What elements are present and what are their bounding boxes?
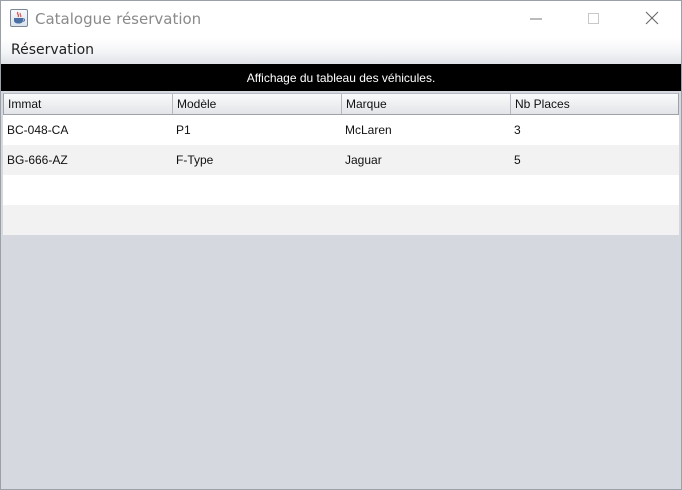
column-header-modele[interactable]: Modèle: [173, 94, 342, 114]
close-icon: [645, 10, 659, 29]
maximize-icon: [588, 10, 600, 29]
cell-immat: BG-666-AZ: [7, 153, 68, 167]
cell-immat: BC-048-CA: [7, 123, 69, 137]
title-bar[interactable]: Catalogue réservation: [1, 1, 681, 38]
cell-nb-places: 3: [514, 123, 521, 137]
app-window: Catalogue réservation Réservation Affich…: [0, 0, 682, 490]
table-row[interactable]: BG-666-AZ F-Type Jaguar 5: [3, 145, 679, 175]
cell-nb-places: [510, 205, 679, 235]
cell-marque: McLaren: [345, 123, 392, 137]
close-button[interactable]: [623, 1, 681, 37]
cell-marque: [341, 175, 510, 205]
column-header-marque[interactable]: Marque: [342, 94, 511, 114]
table-header: Immat Modèle Marque Nb Places: [3, 93, 679, 115]
table-row[interactable]: [3, 175, 679, 205]
cell-modele: P1: [176, 123, 191, 137]
cell-marque: Jaguar: [345, 153, 382, 167]
window-title: Catalogue réservation: [35, 10, 202, 28]
column-header-nb-places[interactable]: Nb Places: [511, 94, 680, 114]
table-row[interactable]: BC-048-CA P1 McLaren 3: [3, 115, 679, 145]
minimize-button[interactable]: [507, 1, 565, 37]
vehicle-table: Immat Modèle Marque Nb Places BC-048-CA …: [3, 93, 679, 235]
column-header-immat[interactable]: Immat: [4, 94, 173, 114]
menu-bar: Réservation: [1, 38, 681, 64]
cell-marque: [341, 205, 510, 235]
cell-modele: [172, 205, 341, 235]
cell-nb-places: [510, 175, 679, 205]
cell-nb-places: 5: [514, 153, 521, 167]
minimize-icon: [530, 10, 542, 29]
table-scroll-area[interactable]: Immat Modèle Marque Nb Places BC-048-CA …: [1, 91, 681, 489]
maximize-button[interactable]: [565, 1, 623, 37]
table-banner: Affichage du tableau des véhicules.: [1, 64, 681, 91]
table-row[interactable]: [3, 205, 679, 235]
cell-modele: F-Type: [176, 153, 214, 167]
banner-text: Affichage du tableau des véhicules.: [246, 70, 436, 85]
cell-immat: [3, 175, 172, 205]
cell-immat: [3, 205, 172, 235]
java-coffee-cup-icon: [10, 9, 28, 27]
cell-modele: [172, 175, 341, 205]
menu-reservation[interactable]: Réservation: [11, 42, 94, 58]
